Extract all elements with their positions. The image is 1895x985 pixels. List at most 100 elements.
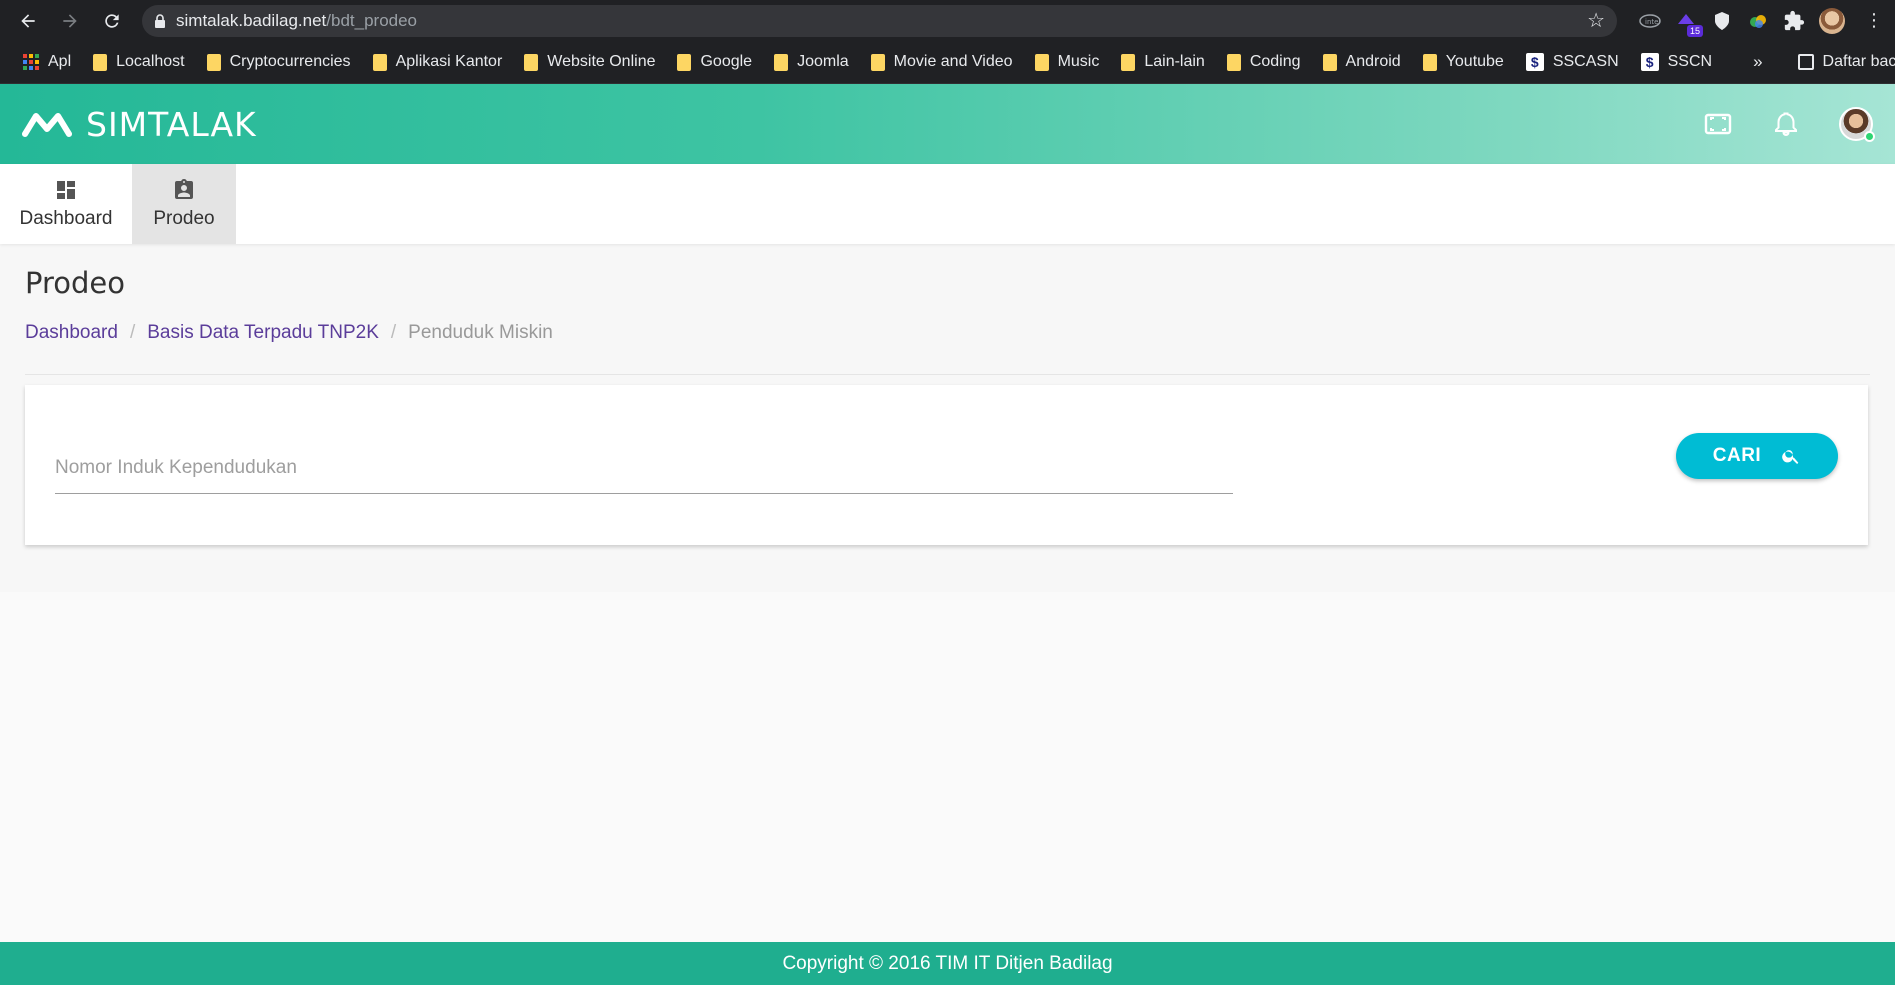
swirl-extension-icon[interactable] [1747, 10, 1769, 32]
svg-text:intel: intel [1645, 18, 1660, 26]
search-button[interactable]: CARI [1676, 433, 1838, 479]
back-button[interactable] [10, 3, 46, 39]
footer: Copyright © 2016 TIM IT Ditjen Badilag [0, 942, 1895, 985]
logo-icon [22, 113, 72, 137]
bookmark-joomla[interactable]: Joomla [763, 47, 860, 77]
bookmark-label: Movie and Video [893, 53, 1013, 70]
extension-badge: 15 [1686, 24, 1703, 37]
nav-tab-dashboard[interactable]: Dashboard [0, 164, 132, 244]
bookmark-youtube[interactable]: Youtube [1412, 47, 1515, 77]
nik-field-wrapper [55, 444, 1233, 494]
nav-tab-label: Dashboard [19, 208, 113, 229]
extensions-area: intel 15 ⋮ [1639, 7, 1883, 37]
arrow-left-icon [21, 13, 35, 28]
folder-icon [1226, 53, 1241, 71]
bookmark-android[interactable]: Android [1312, 47, 1412, 77]
url-text: simtalak.badilag.net/bdt_prodeo [176, 11, 1577, 31]
folder-icon [1422, 53, 1437, 71]
bookmark-label: Joomla [797, 53, 849, 70]
url-host: simtalak.badilag.net [176, 10, 327, 30]
folder-icon [677, 53, 692, 71]
page-title: Prodeo [25, 266, 125, 300]
folder-icon [372, 53, 387, 71]
bookmark-music[interactable]: Music [1024, 47, 1111, 77]
bookmark-label: Localhost [116, 53, 185, 70]
apps-grid-icon [23, 54, 39, 70]
notification-bell-icon[interactable] [1771, 109, 1801, 139]
intel-extension-icon[interactable]: intel [1639, 10, 1661, 32]
bookmark-label: Website Online [547, 53, 656, 70]
bookmark-label: Lain-lain [1144, 53, 1205, 70]
app-header: SIMTALAK [0, 84, 1895, 164]
reload-icon [105, 13, 119, 28]
bookmark-localhost[interactable]: Localhost [82, 47, 196, 77]
copyright-text: Copyright © 2016 TIM IT Ditjen Badilag [782, 952, 1113, 974]
sscasn-icon: $ [1640, 53, 1659, 71]
empty-content-area [0, 592, 1895, 942]
shield-extension-icon[interactable] [1711, 10, 1733, 32]
bookmark-coding[interactable]: Coding [1216, 47, 1312, 77]
bookmark-label: Cryptocurrencies [229, 53, 351, 70]
logo[interactable]: SIMTALAK [22, 105, 257, 144]
bookmark-label: Android [1345, 53, 1401, 70]
reload-button[interactable] [94, 3, 130, 39]
bookmarks-overflow-icon[interactable]: » [1753, 52, 1762, 72]
forward-button[interactable] [52, 3, 88, 39]
address-bar[interactable]: simtalak.badilag.net/bdt_prodeo ☆ [142, 4, 1617, 37]
bookmark-label: Youtube [1445, 53, 1504, 70]
reading-list-label: Daftar bacaan [1822, 53, 1895, 70]
reading-list-icon [1797, 54, 1814, 70]
nav-tab-prodeo[interactable]: Prodeo [132, 164, 236, 244]
bookmark-aplikasi-kantor[interactable]: Aplikasi Kantor [362, 47, 514, 77]
bookmark-label: SSCN [1667, 53, 1713, 70]
bookmark-label: Coding [1249, 53, 1301, 70]
assignment-ind-icon [175, 179, 193, 199]
user-avatar[interactable] [1839, 107, 1875, 142]
nik-input[interactable] [55, 444, 1233, 494]
bookmark-lain-lain[interactable]: Lain-lain [1110, 47, 1215, 77]
bookmark-cryptocurrencies[interactable]: Cryptocurrencies [196, 47, 362, 77]
puzzle-extensions-icon[interactable] [1783, 10, 1805, 32]
dashboard-icon [57, 181, 75, 199]
arrow-right-icon [63, 13, 77, 28]
folder-icon [870, 53, 885, 71]
breadcrumb-current: Penduduk Miskin [408, 322, 553, 343]
bookmark-label: Google [700, 53, 753, 70]
fullscreen-icon[interactable] [1703, 109, 1733, 139]
folder-icon [1322, 53, 1337, 71]
browser-profile-avatar[interactable] [1819, 7, 1845, 34]
bookmark-apl[interactable]: Apl [12, 47, 82, 77]
bookmark-website-online[interactable]: Website Online [513, 47, 666, 77]
folder-icon [524, 53, 539, 71]
bookmark-star-icon[interactable]: ☆ [1587, 8, 1605, 33]
bookmark-sscn[interactable]: $ SSCN [1630, 47, 1723, 77]
bookmark-label: SSCASN [1552, 53, 1619, 70]
bookmark-sscasn[interactable]: $ SSCASN [1515, 47, 1630, 77]
bookmark-label: Music [1057, 53, 1100, 70]
nav-tab-label: Prodeo [153, 208, 215, 229]
bookmarks-bar: Apl Localhost Cryptocurrencies Aplikasi … [0, 41, 1895, 84]
bookmark-movie-and-video[interactable]: Movie and Video [860, 47, 1024, 77]
hat-extension-icon[interactable]: 15 [1675, 10, 1703, 37]
browser-toolbar: simtalak.badilag.net/bdt_prodeo ☆ intel … [0, 0, 1895, 41]
bookmark-label: Aplikasi Kantor [395, 53, 503, 70]
brand-name: SIMTALAK [86, 104, 257, 144]
breadcrumb-separator: / [129, 322, 136, 343]
url-path: /bdt_prodeo [326, 10, 418, 30]
bookmark-label: Apl [48, 53, 72, 70]
main-content: Prodeo Dashboard / Basis Data Terpadu TN… [0, 244, 1895, 545]
online-status-dot [1864, 131, 1875, 142]
lock-icon [154, 13, 166, 28]
breadcrumb-dashboard[interactable]: Dashboard [25, 322, 118, 344]
main-nav: Dashboard Prodeo [0, 164, 1895, 244]
folder-icon [774, 53, 789, 71]
breadcrumb: Dashboard / Basis Data Terpadu TNP2K / P… [25, 322, 1870, 344]
reading-list[interactable]: Daftar bacaan [1787, 47, 1895, 77]
browser-menu-icon[interactable]: ⋮ [1865, 10, 1883, 31]
search-icon [1782, 450, 1799, 464]
breadcrumb-separator: / [390, 322, 397, 343]
sscasn-icon: $ [1525, 53, 1544, 71]
search-card: CARI [25, 385, 1868, 545]
breadcrumb-bdt-tnp2k[interactable]: Basis Data Terpadu TNP2K [147, 322, 379, 344]
bookmark-google[interactable]: Google [666, 47, 763, 77]
